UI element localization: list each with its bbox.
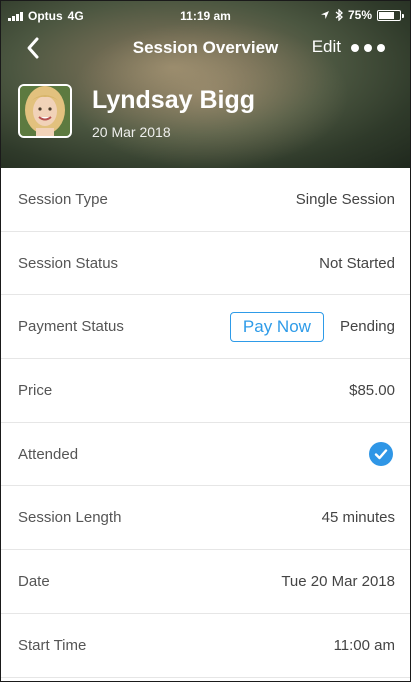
screen-border bbox=[0, 0, 411, 682]
